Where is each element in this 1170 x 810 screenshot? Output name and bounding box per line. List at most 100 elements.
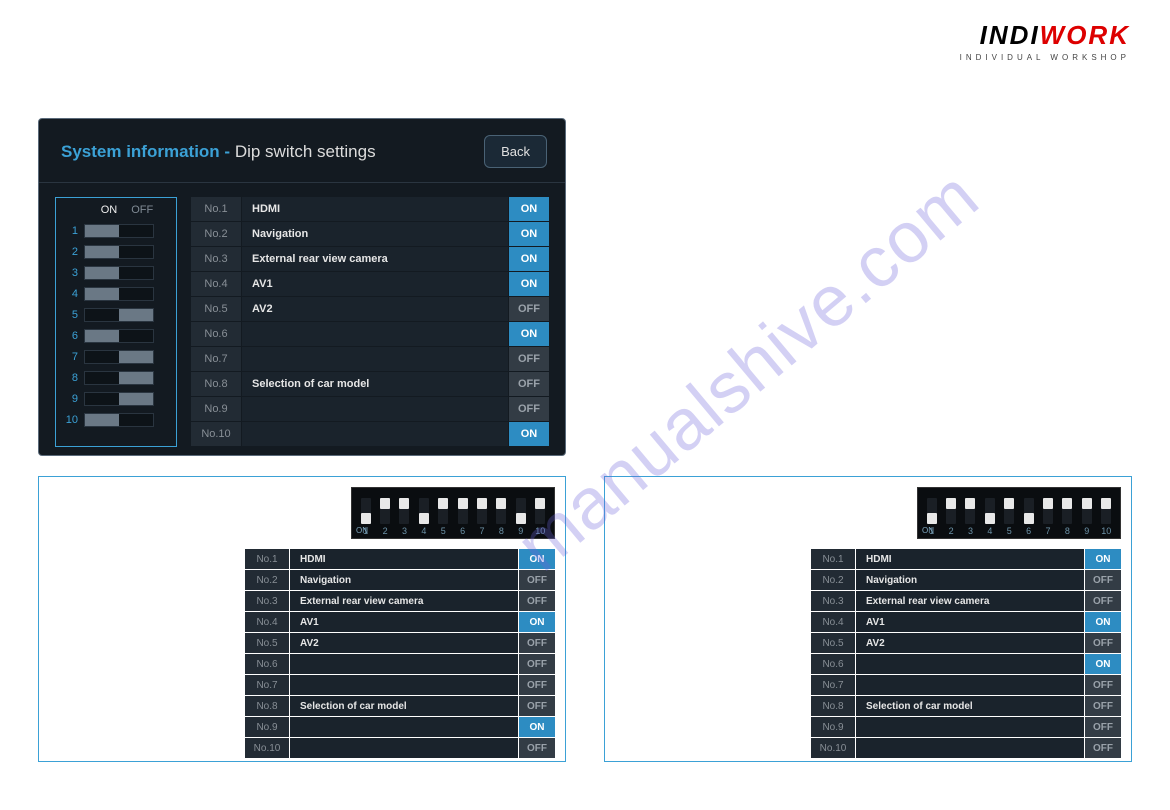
row-state: OFF — [1085, 591, 1121, 611]
row-number: No.3 — [245, 591, 289, 611]
row-state: OFF — [519, 654, 555, 674]
row-state: ON — [519, 717, 555, 737]
row-number: No.5 — [245, 633, 289, 653]
dip-photo-switch: 7 — [475, 498, 489, 536]
dip-switch-diagram: ON OFF 12345678910 — [55, 197, 177, 447]
dip-settings-table: No.1HDMIONNo.2NavigationONNo.3External r… — [191, 197, 549, 447]
row-label: AV2 — [290, 633, 518, 653]
row-state: OFF — [509, 372, 549, 396]
dip-row: 10 — [62, 409, 170, 430]
table-row: No.2NavigationOFF — [811, 570, 1121, 590]
table-row: No.10 OFF — [811, 738, 1121, 758]
row-label: External rear view camera — [856, 591, 1084, 611]
dip-photo-switch: 5 — [436, 498, 450, 536]
logo-subtitle: INDIVIDUAL WORKSHOP — [960, 53, 1130, 62]
row-state: OFF — [509, 297, 549, 321]
table-row: No.5AV2OFF — [811, 633, 1121, 653]
table-row: No.3External rear view cameraOFF — [811, 591, 1121, 611]
row-state: OFF — [1085, 738, 1121, 758]
row-label — [856, 675, 1084, 695]
table-row: No.4AV1ON — [245, 612, 555, 632]
row-label: Navigation — [290, 570, 518, 590]
row-number: No.10 — [811, 738, 855, 758]
dip-row: 7 — [62, 346, 170, 367]
row-number: No.8 — [191, 372, 241, 396]
row-state: OFF — [509, 397, 549, 421]
dip-photo-switch: 10 — [1099, 498, 1113, 536]
dip-photo-switch: 3 — [397, 498, 411, 536]
row-label — [856, 738, 1084, 758]
row-number: No.10 — [245, 738, 289, 758]
dip-table-left: No.1HDMIONNo.2NavigationOFFNo.3External … — [245, 549, 555, 759]
title-suffix: Dip switch settings — [235, 142, 376, 161]
row-number: No.8 — [245, 696, 289, 716]
table-row: No.8Selection of car modelOFF — [191, 372, 549, 396]
dip-photo-switch: 7 — [1041, 498, 1055, 536]
row-state: OFF — [1085, 570, 1121, 590]
row-state: OFF — [519, 633, 555, 653]
row-number: No.10 — [191, 422, 241, 446]
dip-row: 4 — [62, 283, 170, 304]
row-state: OFF — [519, 570, 555, 590]
row-number: No.8 — [811, 696, 855, 716]
dip-number: 4 — [62, 288, 84, 300]
dip-number: 3 — [62, 267, 84, 279]
panel-header: System information - Dip switch settings… — [39, 119, 565, 183]
row-label: HDMI — [242, 197, 508, 221]
title-prefix: System information - — [61, 142, 235, 161]
row-number: No.7 — [245, 675, 289, 695]
row-number: No.6 — [245, 654, 289, 674]
back-button[interactable]: Back — [484, 135, 547, 168]
row-state: ON — [519, 549, 555, 569]
dip-photo-right: ON 12345678910 — [917, 487, 1121, 539]
row-state: OFF — [519, 696, 555, 716]
dip-photo-switch: 9 — [1080, 498, 1094, 536]
dip-photo-switch: 9 — [514, 498, 528, 536]
row-number: No.9 — [191, 397, 241, 421]
table-row: No.2NavigationOFF — [245, 570, 555, 590]
table-row: No.6ON — [811, 654, 1121, 674]
row-number: No.4 — [811, 612, 855, 632]
dip-photo-switch: 8 — [494, 498, 508, 536]
row-state: OFF — [1085, 633, 1121, 653]
row-label — [290, 675, 518, 695]
row-number: No.9 — [811, 717, 855, 737]
table-row: No.2NavigationON — [191, 222, 549, 246]
row-number: No.1 — [245, 549, 289, 569]
row-number: No.2 — [811, 570, 855, 590]
dip-row: 6 — [62, 325, 170, 346]
table-row: No.3External rear view cameraON — [191, 247, 549, 271]
row-label — [856, 654, 1084, 674]
row-state: ON — [509, 197, 549, 221]
panel-title: System information - Dip switch settings — [61, 142, 376, 162]
row-state: OFF — [1085, 696, 1121, 716]
dip-row: 1 — [62, 220, 170, 241]
dip-photo-switch: 5 — [1002, 498, 1016, 536]
table-row: No.4AV1ON — [811, 612, 1121, 632]
table-row: No.1HDMION — [191, 197, 549, 221]
row-number: No.1 — [191, 197, 241, 221]
table-row: No.7OFF — [245, 675, 555, 695]
table-row: No.4AV1ON — [191, 272, 549, 296]
dip-photo-switch: 6 — [456, 498, 470, 536]
dip-header-on: ON — [101, 204, 118, 216]
row-number: No.4 — [191, 272, 241, 296]
table-row: No.9 OFF — [191, 397, 549, 421]
system-info-panel: System information - Dip switch settings… — [38, 118, 566, 456]
row-label — [242, 397, 508, 421]
row-number: No.2 — [191, 222, 241, 246]
row-state: ON — [509, 322, 549, 346]
row-state: ON — [1085, 612, 1121, 632]
row-number: No.4 — [245, 612, 289, 632]
table-row: No.5AV2OFF — [245, 633, 555, 653]
table-row: No.10ON — [191, 422, 549, 446]
dip-row: 9 — [62, 388, 170, 409]
dip-number: 2 — [62, 246, 84, 258]
row-number: No.7 — [191, 347, 241, 371]
dip-number: 7 — [62, 351, 84, 363]
dip-number: 5 — [62, 309, 84, 321]
row-number: No.6 — [811, 654, 855, 674]
dip-photo-switch: 8 — [1060, 498, 1074, 536]
logo-text-b: WORK — [1040, 20, 1130, 50]
dip-slot — [84, 308, 154, 322]
